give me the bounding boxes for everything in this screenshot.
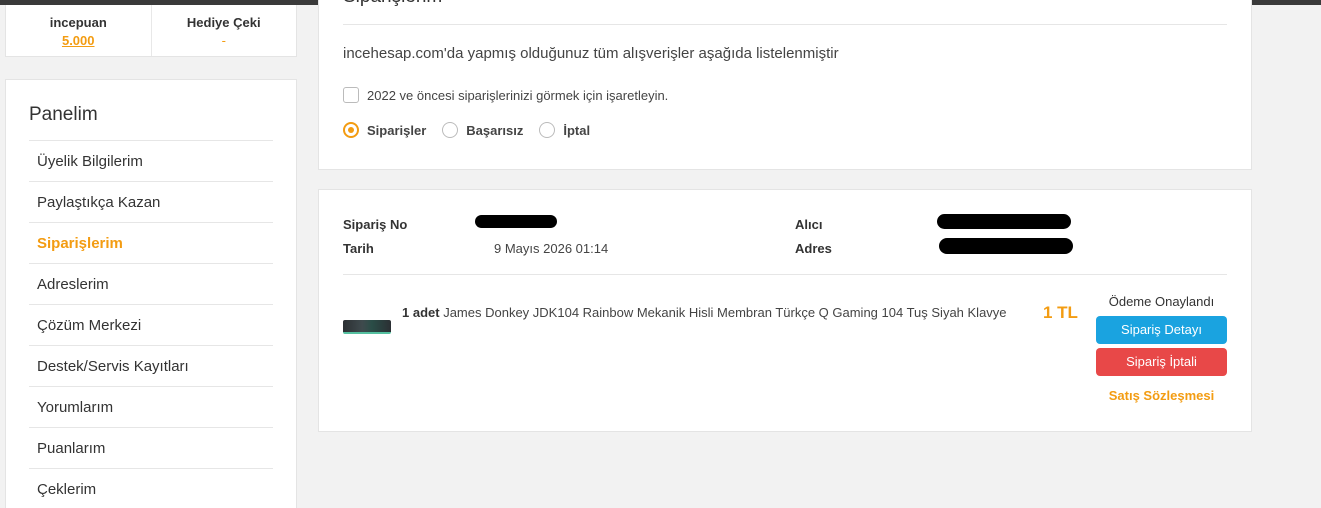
sidebar-item-cheques[interactable]: Çeklerim <box>29 469 273 508</box>
sidebar-item-points[interactable]: Puanlarım <box>29 428 273 469</box>
sidebar-item-reviews[interactable]: Yorumlarım <box>29 387 273 428</box>
order-no-label: Sipariş No <box>343 217 408 232</box>
keyboard-product-image[interactable] <box>343 320 391 334</box>
gift-card-label: Hediye Çeki <box>186 15 261 30</box>
filter-orders[interactable]: Siparişler <box>343 122 426 138</box>
filter-failed-radio[interactable] <box>442 122 459 138</box>
incepuan-value-link[interactable]: 5.000 <box>6 33 151 48</box>
old-orders-checkbox[interactable] <box>343 87 359 103</box>
filter-orders-radio[interactable] <box>343 122 359 138</box>
sidebar-item-addresses[interactable]: Adreslerim <box>29 264 273 305</box>
filter-failed[interactable]: Başarısız <box>442 122 523 138</box>
address-redacted <box>939 238 1073 254</box>
sidebar-item-solution-center[interactable]: Çözüm Merkezi <box>29 305 273 346</box>
order-cancel-button[interactable]: Sipariş İptali <box>1096 348 1227 376</box>
sidebar-item-membership[interactable]: Üyelik Bilgilerim <box>29 141 273 182</box>
order-card: Sipariş No Tarih 9 Mayıs 2026 01:14 Alıc… <box>318 189 1252 432</box>
order-detail-button[interactable]: Sipariş Detayı <box>1096 316 1227 344</box>
recipient-redacted <box>937 214 1071 229</box>
incepuan-label: incepuan <box>49 15 107 30</box>
sidebar-item-support-records[interactable]: Destek/Servis Kayıtları <box>29 346 273 387</box>
gift-card-value: - <box>221 33 226 48</box>
incepuan-box: incepuan 5.000 <box>6 5 151 56</box>
date-label: Tarih <box>343 241 374 256</box>
order-status: Ödeme Onaylandı <box>1108 294 1215 309</box>
old-orders-checkbox-label: 2022 ve öncesi siparişlerinizi görmek iç… <box>367 87 669 103</box>
address-label: Adres <box>795 241 832 256</box>
sidebar-menu: Üyelik Bilgilerim Paylaştıkça Kazan Sipa… <box>29 141 273 508</box>
filter-orders-label: Siparişler <box>367 122 427 138</box>
filter-failed-label: Başarısız <box>466 122 524 138</box>
orders-intro-text: incehesap.com'da yapmış olduğunuz tüm al… <box>343 45 839 62</box>
order-price: 1 TL <box>1043 303 1078 322</box>
order-no-redacted <box>475 215 557 228</box>
sales-contract-link[interactable]: Satış Sözleşmesi <box>1096 388 1227 403</box>
order-filter-radios: Siparişler Başarısız İptal <box>343 122 606 138</box>
date-value: 9 Mayıs 2026 01:14 <box>494 241 609 256</box>
sidebar-item-share-earn[interactable]: Paylaştıkça Kazan <box>29 182 273 223</box>
panel-title: Panelim <box>29 80 273 141</box>
filter-cancelled-radio[interactable] <box>539 122 556 138</box>
product-quantity: 1 adet <box>402 305 440 320</box>
orders-filter-card: Siparişlerim incehesap.com'da yapmış old… <box>318 0 1252 170</box>
title-divider <box>343 24 1227 25</box>
product-line: 1 adet James Donkey JDK104 Rainbow Mekan… <box>402 305 1007 320</box>
account-sidebar: Panelim Üyelik Bilgilerim Paylaştıkça Ka… <box>5 79 297 508</box>
page-title: Siparişlerim <box>343 0 442 8</box>
filter-cancelled[interactable]: İptal <box>539 122 590 138</box>
points-card: incepuan 5.000 Hediye Çeki - <box>5 5 297 57</box>
order-actions: Ödeme Onaylandı Sipariş Detayı Sipariş İ… <box>1096 294 1227 403</box>
sidebar-item-orders[interactable]: Siparişlerim <box>29 223 273 264</box>
order-divider <box>343 274 1227 275</box>
filter-cancelled-label: İptal <box>563 122 591 138</box>
product-name-link[interactable]: James Donkey JDK104 Rainbow Mekanik Hisl… <box>443 305 1006 320</box>
gift-card-box: Hediye Çeki - <box>150 5 297 56</box>
old-orders-checkbox-row[interactable]: 2022 ve öncesi siparişlerinizi görmek iç… <box>343 87 668 103</box>
recipient-label: Alıcı <box>795 217 823 232</box>
